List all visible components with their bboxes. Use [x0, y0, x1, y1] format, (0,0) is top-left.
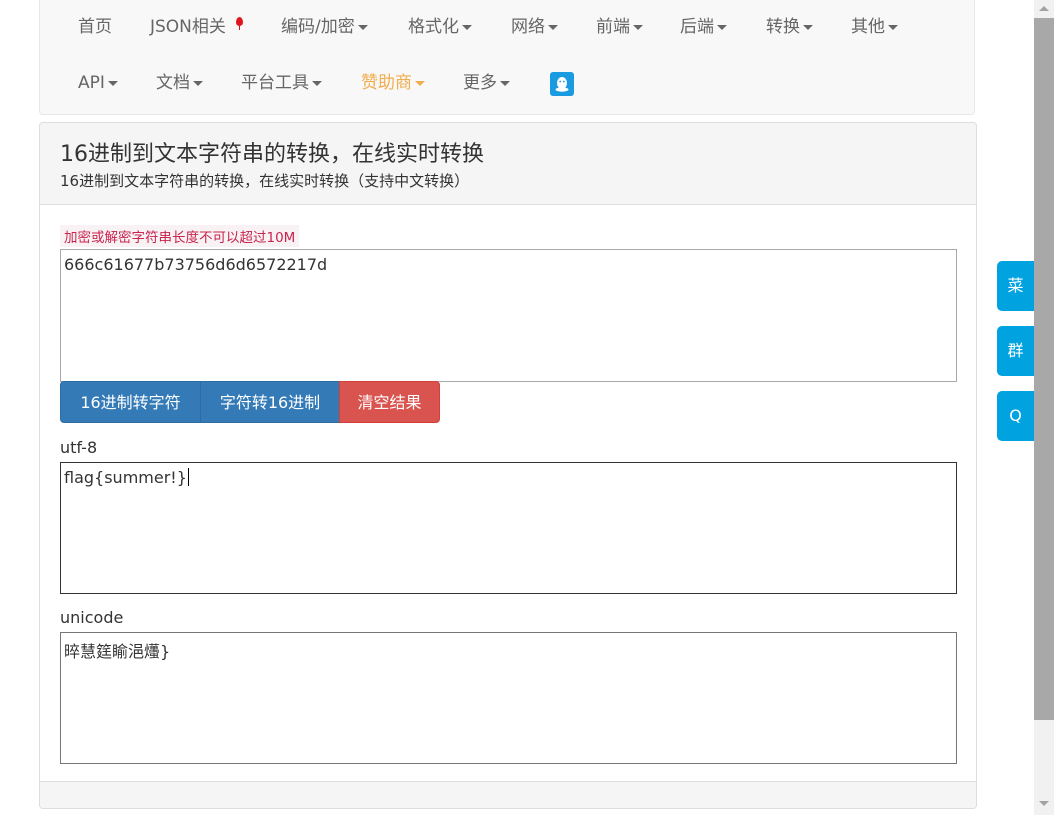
nav-item-label: 格式化	[408, 17, 459, 37]
nav-item-backend[interactable]: 后端	[680, 14, 727, 40]
nav-item-label: 首页	[78, 17, 112, 37]
utf8-label: utf-8	[60, 438, 98, 457]
nav-item-encoding[interactable]: 编码/加密	[281, 14, 368, 40]
nav-item-other[interactable]: 其他	[851, 14, 898, 40]
nav-item-label: JSON相关	[150, 17, 226, 37]
unicode-label: unicode	[60, 608, 124, 627]
caret-down-icon	[888, 24, 898, 30]
caret-down-icon	[312, 80, 322, 86]
nav-item-label: 编码/加密	[281, 17, 355, 37]
side-group-button[interactable]: 群	[997, 326, 1034, 376]
new-badge-icon	[236, 17, 243, 30]
page-subtitle: 16进制到文本字符串的转换，在线实时转换（支持中文转换）	[60, 172, 470, 190]
unicode-output-textarea[interactable]: 晬慧筳睮浥爡}	[60, 632, 957, 764]
nav-item-docs[interactable]: 文档	[156, 70, 203, 96]
clear-result-button[interactable]: 清空结果	[339, 381, 440, 423]
utf8-output-value: flag{summer!}	[64, 468, 187, 487]
panel-footer	[40, 781, 976, 808]
caret-down-icon	[357, 24, 368, 30]
nav-item-sponsor[interactable]: 赞助商	[361, 70, 425, 96]
nav-item-label: 平台工具	[241, 73, 309, 93]
nav-item-label: 网络	[511, 17, 545, 37]
nav-item-label: 赞助商	[361, 73, 412, 93]
nav-item-home[interactable]: 首页	[78, 14, 112, 40]
length-warning: 加密或解密字符串长度不可以超过10M	[60, 225, 300, 247]
caret-down-icon	[803, 24, 813, 30]
nav-item-frontend[interactable]: 前端	[596, 14, 643, 40]
nav-item-more[interactable]: 更多	[463, 70, 510, 96]
nav-item-label: 前端	[596, 17, 630, 37]
text-cursor	[187, 468, 189, 486]
caret-down-icon	[415, 80, 425, 86]
nav-item-label: 其他	[851, 17, 885, 37]
caret-down-icon	[548, 24, 558, 30]
utf8-output-textarea[interactable]: flag{summer!}	[60, 462, 957, 594]
caret-down-icon	[462, 24, 472, 30]
nav-item-platform-tools[interactable]: 平台工具	[241, 70, 322, 96]
string-to-hex-button[interactable]: 字符转16进制	[200, 381, 340, 423]
nav-item-convert[interactable]: 转换	[766, 14, 813, 40]
caret-down-icon	[193, 80, 203, 86]
nav-item-label: 后端	[680, 17, 714, 37]
page-title: 16进制到文本字符串的转换，在线实时转换	[60, 142, 484, 167]
hex-input-textarea[interactable]: 666c61677b73756d6d6572217d	[60, 249, 957, 382]
panel-heading: 16进制到文本字符串的转换，在线实时转换 16进制到文本字符串的转换，在线实时转…	[40, 123, 976, 205]
hex-to-string-button[interactable]: 16进制转字符	[60, 381, 201, 423]
hex-input-value: 666c61677b73756d6d6572217d	[64, 255, 328, 274]
converter-panel: 16进制到文本字符串的转换，在线实时转换 16进制到文本字符串的转换，在线实时转…	[39, 122, 977, 809]
navbar: 首页 JSON相关 编码/加密 格式化 网络 前端 后端 转换 其他 API 文…	[39, 0, 975, 115]
caret-down-icon	[633, 24, 643, 30]
nav-item-json[interactable]: JSON相关	[150, 14, 243, 40]
nav-item-api[interactable]: API	[78, 70, 118, 96]
nav-item-label: 更多	[463, 73, 497, 93]
side-qq-button[interactable]: Q	[997, 391, 1034, 441]
side-menu-button[interactable]: 菜	[997, 261, 1034, 311]
nav-item-label: API	[78, 73, 105, 93]
qq-penguin-icon[interactable]	[550, 72, 574, 96]
nav-item-format[interactable]: 格式化	[408, 14, 472, 40]
caret-down-icon	[717, 24, 727, 30]
nav-item-label: 转换	[766, 17, 800, 37]
scroll-down-arrow-icon[interactable]	[1039, 801, 1049, 806]
caret-down-icon	[500, 80, 510, 86]
scrollbar-thumb[interactable]	[1034, 18, 1054, 720]
page-scrollbar[interactable]	[1034, 0, 1054, 815]
nav-item-network[interactable]: 网络	[511, 14, 558, 40]
nav-item-label: 文档	[156, 73, 190, 93]
unicode-output-value: 晬慧筳睮浥爡}	[64, 642, 171, 661]
scroll-up-arrow-icon[interactable]	[1039, 6, 1049, 11]
caret-down-icon	[107, 80, 118, 86]
